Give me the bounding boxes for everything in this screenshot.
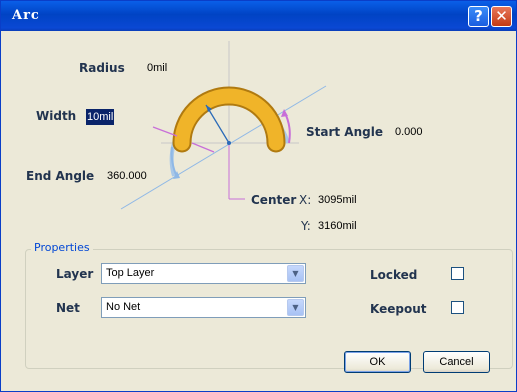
start-angle-label: Start Angle — [306, 125, 383, 139]
center-y-value[interactable]: 3160mil — [318, 220, 357, 232]
keepout-label: Keepout — [370, 302, 427, 316]
keepout-checkbox[interactable] — [451, 301, 464, 314]
width-field[interactable]: 10mil — [86, 109, 115, 125]
title-bar[interactable]: Arc ? ✕ — [1, 1, 516, 31]
chevron-down-icon[interactable]: ▼ — [287, 265, 304, 282]
width-indicator-right — [191, 142, 215, 153]
dialog-body: Radius 0mil Width 10mil Start Angle 0.00… — [1, 31, 516, 391]
center-y-label: Y: — [301, 219, 311, 233]
window-title: Arc — [12, 8, 40, 23]
width-indicator-left — [152, 126, 178, 137]
cancel-button[interactable]: Cancel — [423, 351, 490, 373]
net-label: Net — [56, 301, 80, 315]
center-dot — [227, 141, 231, 145]
close-button[interactable]: ✕ — [491, 6, 512, 27]
center-x-label: X: — [299, 193, 312, 207]
help-button[interactable]: ? — [468, 6, 489, 27]
center-label: Center — [251, 193, 297, 207]
start-angle-value[interactable]: 0.000 — [395, 126, 423, 138]
layer-select-value: Top Layer — [106, 267, 155, 279]
locked-checkbox[interactable] — [451, 267, 464, 280]
width-label: Width — [36, 109, 77, 123]
layer-label: Layer — [56, 267, 94, 281]
locked-label: Locked — [370, 268, 418, 282]
net-select[interactable]: No Net ▼ — [101, 297, 306, 318]
end-angle-value[interactable]: 360.000 — [107, 170, 147, 182]
center-x-value[interactable]: 3095mil — [318, 194, 357, 206]
radius-value[interactable]: 0mil — [147, 62, 167, 74]
chevron-down-icon[interactable]: ▼ — [287, 299, 304, 316]
properties-legend: Properties — [31, 241, 93, 254]
net-select-value: No Net — [106, 301, 141, 313]
start-angle-arrowhead — [281, 109, 288, 117]
ok-button[interactable]: OK — [344, 351, 411, 373]
layer-select[interactable]: Top Layer ▼ — [101, 263, 306, 284]
end-angle-label: End Angle — [26, 169, 95, 183]
arc-dialog: Arc ? ✕ Radius 0mil Width 10mil Start An… — [0, 0, 517, 392]
radius-label: Radius — [79, 61, 125, 75]
